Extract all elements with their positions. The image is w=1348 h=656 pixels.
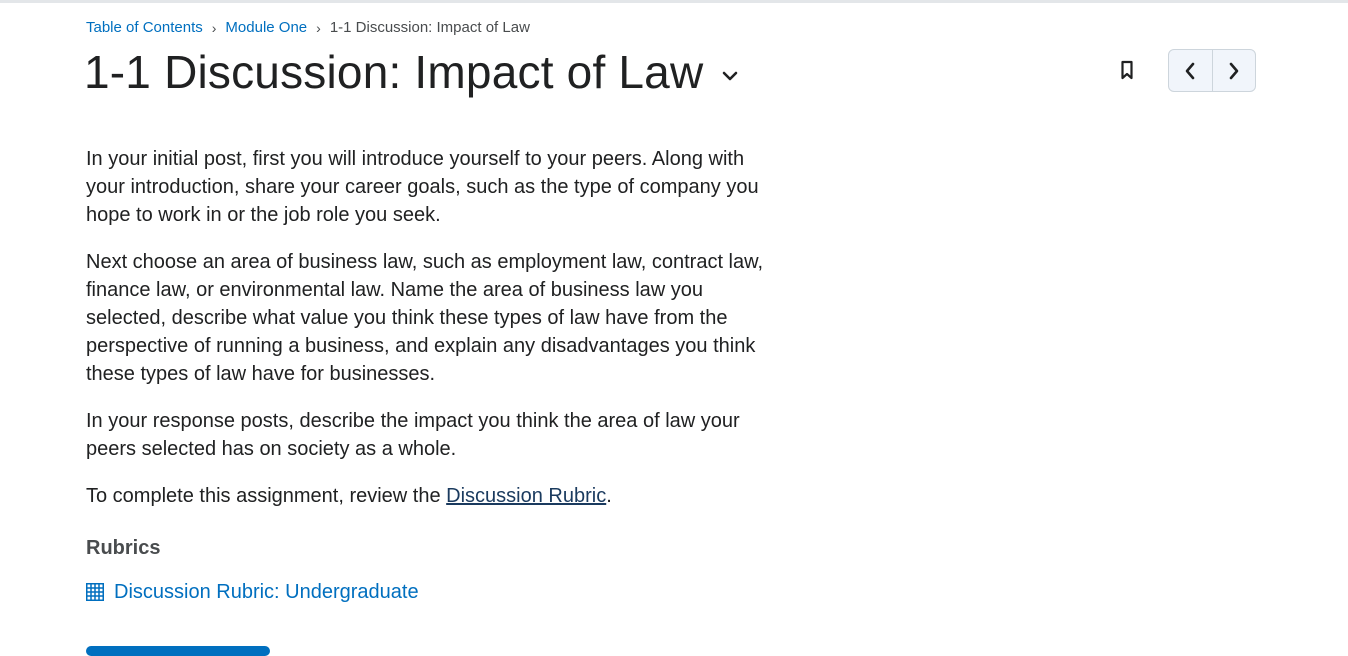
top-divider [0, 0, 1348, 3]
assignment-suffix: . [606, 485, 612, 507]
grid-table-icon [86, 583, 104, 601]
assignment-prefix: To complete this assignment, review the [86, 485, 447, 507]
intro-paragraph: In your initial post, first you will int… [86, 148, 759, 226]
bookmark-icon[interactable] [1113, 56, 1141, 84]
page-title: 1-1 Discussion: Impact of Law [84, 46, 704, 98]
breadcrumb-separator: › [211, 20, 217, 36]
chevron-right-icon [1229, 62, 1239, 79]
breadcrumb-module-one[interactable]: Module One [225, 18, 307, 38]
chevron-down-icon[interactable] [719, 65, 741, 87]
title-row: 1-1 Discussion: Impact of Law [84, 42, 741, 102]
breadcrumb-separator: › [316, 20, 321, 36]
response-paragraph: In your response posts, describe the imp… [86, 410, 740, 460]
breadcrumb-current: 1-1 Discussion: Impact of Law [329, 19, 530, 36]
discussion-description: In your initial post, first you will int… [86, 145, 786, 529]
discussion-rubric-link[interactable]: Discussion Rubric [446, 485, 606, 507]
previous-topic-button[interactable] [1169, 50, 1212, 91]
breadcrumb-table-of-contents[interactable]: Table of Contents [86, 18, 203, 38]
topic-navigation [1168, 49, 1256, 92]
rubric-item-undergraduate[interactable]: Discussion Rubric: Undergraduate [86, 579, 419, 605]
chevron-left-icon [1185, 62, 1195, 79]
next-topic-button[interactable] [1211, 50, 1256, 91]
business-law-paragraph: Next choose an area of business law, suc… [86, 251, 764, 385]
assignment-paragraph: To complete this assignment, review the … [86, 482, 786, 510]
breadcrumb: Table of Contents › Module One › 1-1 Dis… [86, 18, 530, 38]
primary-action-button[interactable] [86, 646, 270, 656]
rubrics-heading: Rubrics [86, 537, 161, 559]
rubric-item-label: Discussion Rubric: Undergraduate [114, 581, 419, 603]
